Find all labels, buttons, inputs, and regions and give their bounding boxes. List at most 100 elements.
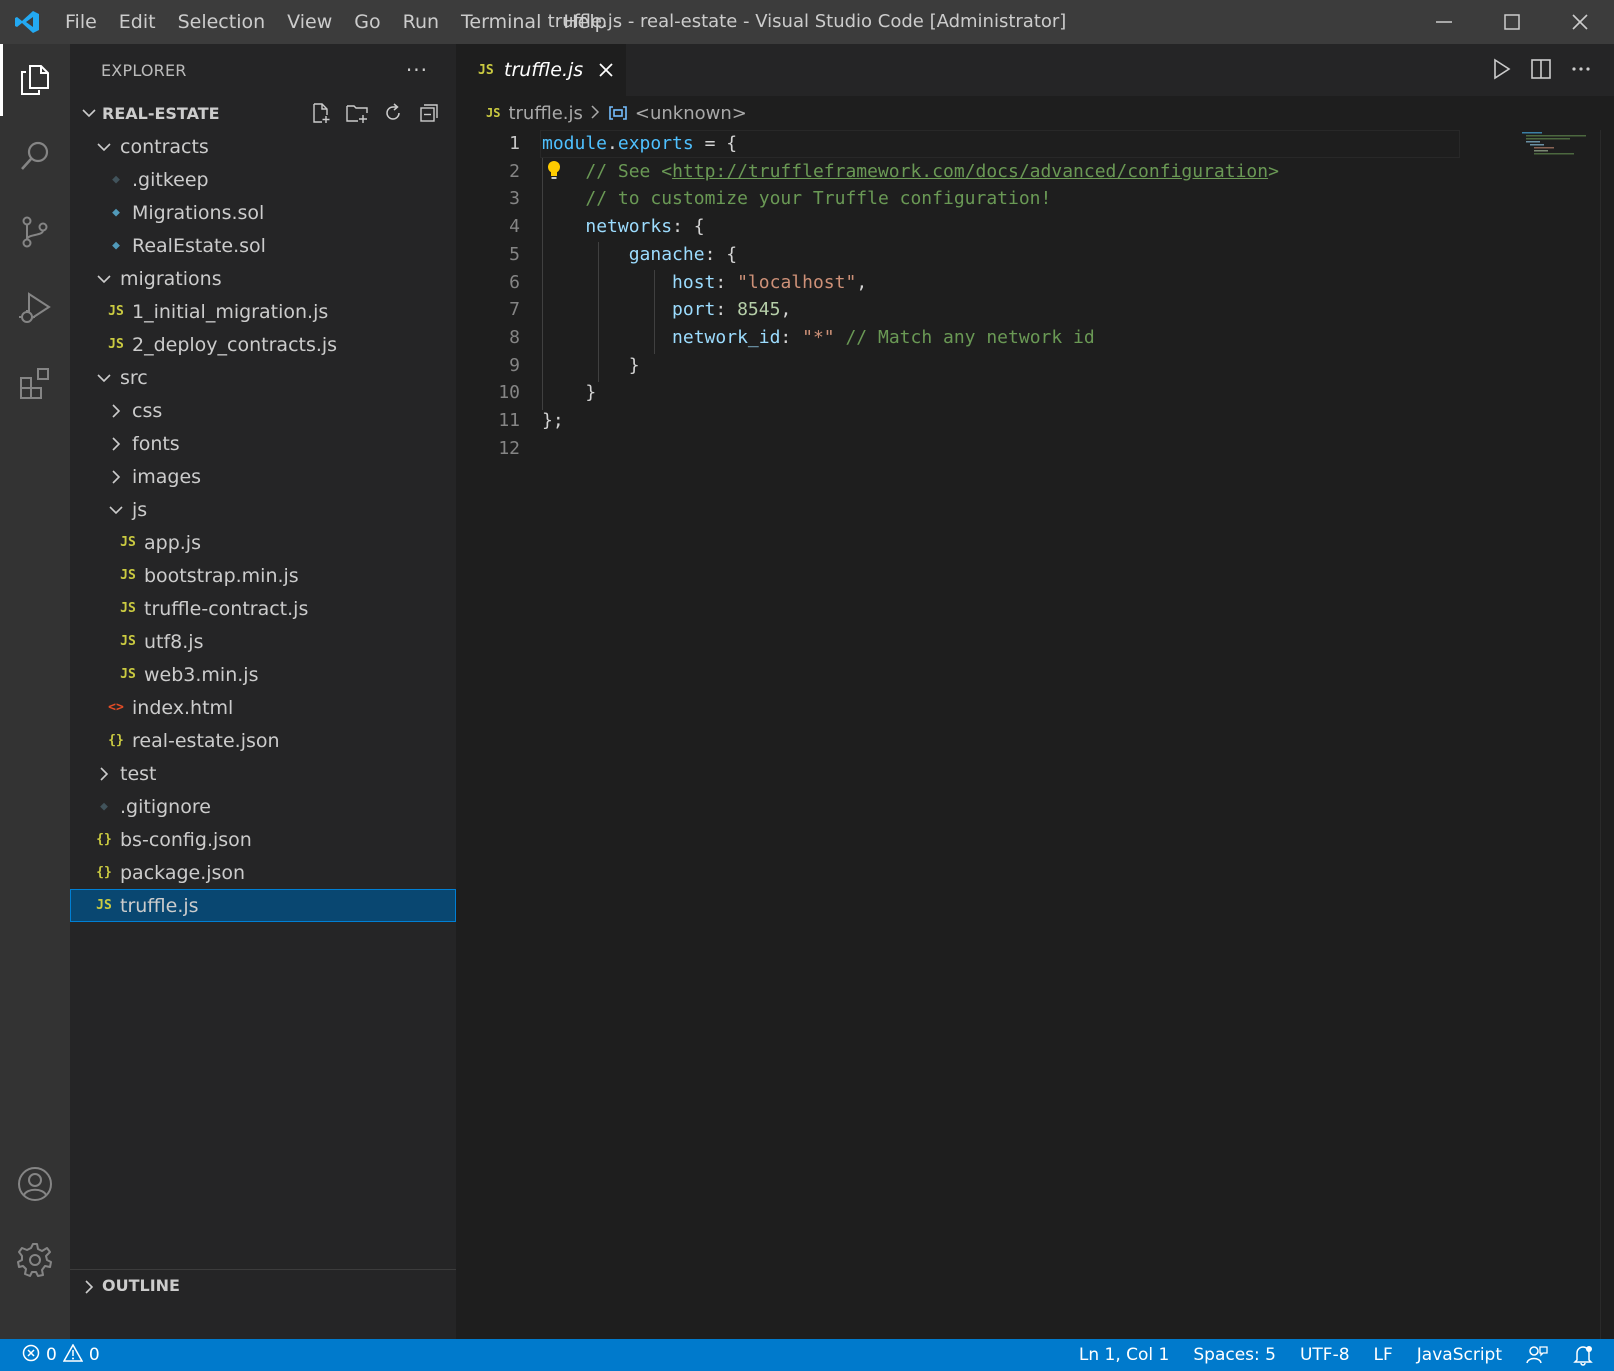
- new-folder-icon[interactable]: [344, 100, 370, 126]
- end-of-line[interactable]: LF: [1362, 1339, 1405, 1371]
- folder-images[interactable]: images: [70, 460, 456, 493]
- code-token: = {: [693, 133, 738, 154]
- code-token: // See <: [585, 160, 673, 182]
- folder-contracts[interactable]: contracts: [70, 130, 456, 163]
- line-number: 8: [509, 326, 520, 348]
- vertical-scrollbar[interactable]: [1600, 130, 1614, 1339]
- problems-indicator[interactable]: 0 0: [22, 1339, 100, 1371]
- explorer-header: EXPLORER ···: [70, 44, 456, 96]
- menu-edit[interactable]: Edit: [108, 0, 167, 44]
- folder-js[interactable]: js: [70, 493, 456, 526]
- menu-help[interactable]: Help: [552, 0, 617, 44]
- tree-item-label: css: [132, 399, 163, 422]
- code-token: }: [542, 382, 597, 404]
- code-token: : {: [704, 243, 738, 265]
- outline-section-header[interactable]: OUTLINE: [70, 1269, 456, 1303]
- minimize-button[interactable]: [1410, 0, 1478, 44]
- title-bar: File Edit Selection View Go Run Terminal Help t…: [0, 0, 1614, 44]
- source-control-icon[interactable]: [0, 196, 70, 268]
- folder-css[interactable]: css: [70, 394, 456, 427]
- folder-fonts[interactable]: fonts: [70, 427, 456, 460]
- menu-terminal[interactable]: Terminal: [450, 0, 552, 44]
- settings-gear-icon[interactable]: [0, 1224, 70, 1296]
- maximize-button[interactable]: [1478, 0, 1546, 44]
- minimap[interactable]: [1520, 130, 1590, 160]
- code-token: module: [542, 133, 608, 154]
- tree-item-label: real-estate.json: [132, 729, 280, 752]
- file-app-js[interactable]: JS app.js: [70, 526, 456, 559]
- tab-truffle-js[interactable]: JS truffle.js: [456, 44, 626, 96]
- file-1-initial-migration-js[interactable]: JS 1_initial_migration.js: [70, 295, 456, 328]
- menu-go[interactable]: Go: [343, 0, 391, 44]
- code-token: 8545: [737, 299, 781, 321]
- vscode-logo-icon: [0, 0, 54, 44]
- javascript-file-icon: JS: [120, 634, 136, 649]
- error-count: 0: [46, 1345, 57, 1365]
- split-editor-icon[interactable]: [1528, 56, 1554, 82]
- line-number: 4: [509, 216, 520, 238]
- tree-item-label: index.html: [132, 696, 234, 719]
- language-mode[interactable]: JavaScript: [1405, 1339, 1514, 1371]
- feedback-icon[interactable]: [1514, 1339, 1560, 1371]
- code-token: // Match any network id: [845, 326, 1095, 348]
- tree-item-label: truffle-contract.js: [144, 597, 309, 620]
- extensions-icon[interactable]: [0, 348, 70, 420]
- json-file-icon: {}: [96, 832, 112, 847]
- code-line: port: 8545,: [542, 296, 791, 324]
- tree-item-label: .gitignore: [120, 795, 211, 818]
- run-file-icon[interactable]: [1488, 56, 1514, 82]
- explorer-more-actions-icon[interactable]: ···: [406, 58, 428, 82]
- file-package-json[interactable]: {} package.json: [70, 856, 456, 889]
- file-gitignore[interactable]: ◆ .gitignore: [70, 790, 456, 823]
- folder-src[interactable]: src: [70, 361, 456, 394]
- code-token: .: [607, 133, 618, 154]
- folder-migrations[interactable]: migrations: [70, 262, 456, 295]
- menu-file[interactable]: File: [54, 0, 108, 44]
- file-utf8-js[interactable]: JS utf8.js: [70, 625, 456, 658]
- breadcrumb-symbol[interactable]: <unknown>: [635, 103, 747, 124]
- file-bootstrap-min-js[interactable]: JS bootstrap.min.js: [70, 559, 456, 592]
- tree-item-label: bootstrap.min.js: [144, 564, 299, 587]
- menu-view[interactable]: View: [276, 0, 343, 44]
- code-token: >: [1268, 160, 1279, 182]
- indentation[interactable]: Spaces: 5: [1181, 1339, 1288, 1371]
- run-debug-icon[interactable]: [0, 272, 70, 344]
- file-migrations-sol[interactable]: ◆ Migrations.sol: [70, 196, 456, 229]
- explorer-title: EXPLORER: [101, 60, 187, 80]
- file-truffle-js[interactable]: JS truffle.js: [70, 889, 456, 922]
- file-bs-config-json[interactable]: {} bs-config.json: [70, 823, 456, 856]
- lightbulb-icon[interactable]: [546, 160, 562, 187]
- cursor-position[interactable]: Ln 1, Col 1: [1067, 1339, 1182, 1371]
- menu-run[interactable]: Run: [392, 0, 450, 44]
- menu-selection[interactable]: Selection: [167, 0, 277, 44]
- file-2-deploy-contracts-js[interactable]: JS 2_deploy_contracts.js: [70, 328, 456, 361]
- file-encoding[interactable]: UTF-8: [1288, 1339, 1362, 1371]
- file-truffle-contract-js[interactable]: JS truffle-contract.js: [70, 592, 456, 625]
- more-actions-icon[interactable]: [1568, 56, 1594, 82]
- code-editor[interactable]: 1 module.exports = {2 // See <http://truf…: [456, 130, 1614, 1339]
- notifications-bell-icon[interactable]: [1560, 1339, 1614, 1371]
- project-section-header[interactable]: REAL-ESTATE: [70, 96, 456, 130]
- code-token: :: [780, 326, 803, 348]
- breadcrumb-file[interactable]: truffle.js: [508, 103, 582, 124]
- file-index-html[interactable]: <> index.html: [70, 691, 456, 724]
- file-real-estate-json[interactable]: {} real-estate.json: [70, 724, 456, 757]
- account-icon[interactable]: [0, 1148, 70, 1220]
- folder-test[interactable]: test: [70, 757, 456, 790]
- line-number: 12: [498, 437, 520, 459]
- javascript-file-icon: JS: [486, 106, 501, 120]
- refresh-icon[interactable]: [380, 100, 406, 126]
- close-tab-icon[interactable]: [596, 60, 616, 80]
- code-token: :: [715, 299, 738, 321]
- explorer-icon[interactable]: [0, 44, 70, 116]
- code-token: "localhost": [737, 271, 857, 293]
- code-token: // to customize your Truffle configurati…: [585, 188, 1052, 210]
- search-icon[interactable]: [0, 120, 70, 192]
- new-file-icon[interactable]: [308, 100, 334, 126]
- close-window-button[interactable]: [1546, 0, 1614, 44]
- file-web3-min-js[interactable]: JS web3.min.js: [70, 658, 456, 691]
- file-realestate-sol[interactable]: ◆ RealEstate.sol: [70, 229, 456, 262]
- line-number: 11: [498, 410, 520, 431]
- collapse-all-icon[interactable]: [416, 100, 442, 126]
- file-gitkeep[interactable]: ◆ .gitkeep: [70, 163, 456, 196]
